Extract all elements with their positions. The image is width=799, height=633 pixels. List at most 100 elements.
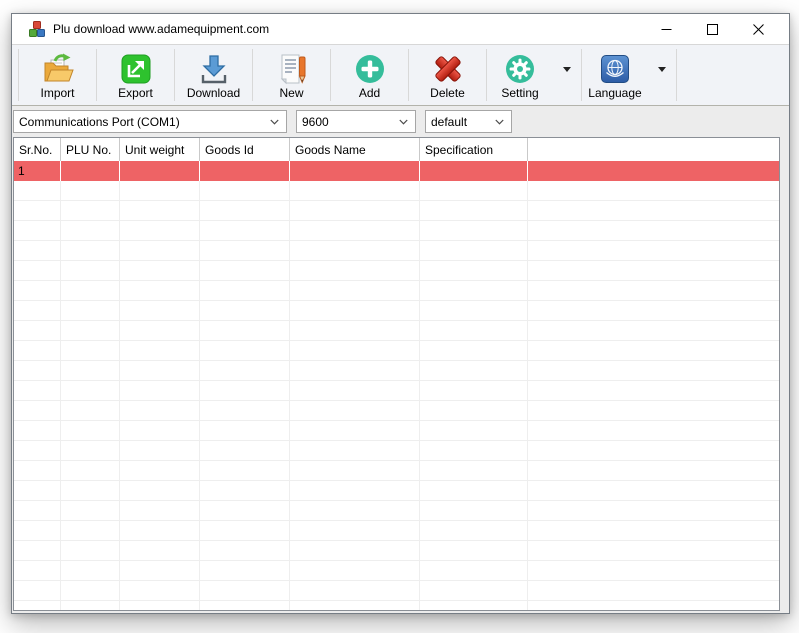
table-cell <box>420 221 528 240</box>
column-header-plu-no-[interactable]: PLU No. <box>61 138 120 161</box>
title-bar: Plu download www.adamequipment.com <box>12 14 789 44</box>
table-empty-row[interactable] <box>14 501 779 521</box>
table-cell <box>200 601 290 611</box>
table-cell[interactable] <box>120 161 200 181</box>
export-button[interactable]: Export <box>97 45 174 105</box>
com-port-select[interactable]: Communications Port (COM1) <box>13 110 287 133</box>
setting-dropdown-button[interactable] <box>553 45 581 105</box>
table-cell[interactable] <box>420 161 528 181</box>
language-button[interactable]: Language <box>582 45 648 105</box>
table-cell <box>14 201 61 220</box>
add-label: Add <box>359 86 380 100</box>
table-empty-row[interactable] <box>14 541 779 561</box>
table-cell <box>120 221 200 240</box>
table-empty-row[interactable] <box>14 261 779 281</box>
table-empty-row[interactable] <box>14 241 779 261</box>
minimize-button[interactable] <box>643 14 689 44</box>
table-cell <box>61 341 120 360</box>
table-cell <box>420 601 528 611</box>
table-cell <box>200 301 290 320</box>
column-header-goods-id[interactable]: Goods Id <box>200 138 290 161</box>
table-empty-row[interactable] <box>14 361 779 381</box>
table-cell <box>200 581 290 600</box>
table-cell <box>120 561 200 580</box>
table-cell[interactable]: 1 <box>14 161 61 181</box>
import-button[interactable]: Import <box>19 45 96 105</box>
maximize-button[interactable] <box>689 14 735 44</box>
new-button[interactable]: New <box>253 45 330 105</box>
table-cell <box>420 461 528 480</box>
table-cell <box>290 281 420 300</box>
chevron-down-icon <box>658 67 666 72</box>
table-header: Sr.No.PLU No.Unit weightGoods IdGoods Na… <box>14 138 779 161</box>
table-empty-row[interactable] <box>14 281 779 301</box>
table-empty-row[interactable] <box>14 221 779 241</box>
language-label: Language <box>588 86 641 100</box>
table-cell <box>290 181 420 200</box>
table-empty-row[interactable] <box>14 601 779 611</box>
table-empty-row[interactable] <box>14 381 779 401</box>
table-empty-row[interactable] <box>14 521 779 541</box>
table-cell <box>200 241 290 260</box>
table-empty-row[interactable] <box>14 201 779 221</box>
baud-rate-select[interactable]: 9600 <box>296 110 416 133</box>
download-button[interactable]: Download <box>175 45 252 105</box>
table-cell <box>420 301 528 320</box>
table-cell <box>200 221 290 240</box>
language-dropdown-button[interactable] <box>648 45 676 105</box>
table-cell <box>14 301 61 320</box>
language-button-group: Language <box>582 45 676 105</box>
table-cell <box>120 581 200 600</box>
delete-x-icon <box>432 53 464 85</box>
table-cell[interactable] <box>200 161 290 181</box>
column-header-unit-weight[interactable]: Unit weight <box>120 138 200 161</box>
column-header-goods-name[interactable]: Goods Name <box>290 138 420 161</box>
table-cell <box>290 241 420 260</box>
table-cell <box>61 581 120 600</box>
delete-button[interactable]: Delete <box>409 45 486 105</box>
table-cell <box>290 201 420 220</box>
table-cell[interactable] <box>290 161 420 181</box>
table-cell <box>61 321 120 340</box>
table-row[interactable]: 1 <box>14 161 779 181</box>
add-button[interactable]: Add <box>331 45 408 105</box>
table-empty-row[interactable] <box>14 481 779 501</box>
table-cell <box>200 381 290 400</box>
table-empty-row[interactable] <box>14 401 779 421</box>
table-cell <box>290 461 420 480</box>
profile-select[interactable]: default <box>425 110 512 133</box>
table-cell[interactable] <box>61 161 120 181</box>
close-button[interactable] <box>735 14 781 44</box>
table-cell <box>200 461 290 480</box>
table-empty-row[interactable] <box>14 321 779 341</box>
table-cell <box>14 281 61 300</box>
setting-gear-icon <box>504 53 536 85</box>
table-empty-row[interactable] <box>14 581 779 601</box>
table-empty-row[interactable] <box>14 561 779 581</box>
table-empty-row[interactable] <box>14 441 779 461</box>
table-cell <box>14 321 61 340</box>
column-header-sr-no-[interactable]: Sr.No. <box>14 138 61 161</box>
table-cell <box>290 361 420 380</box>
setting-button[interactable]: Setting <box>487 45 553 105</box>
table-cell <box>420 441 528 460</box>
table-cell <box>120 321 200 340</box>
column-header-specification[interactable]: Specification <box>420 138 528 161</box>
table-cell <box>61 221 120 240</box>
table-cell <box>61 561 120 580</box>
minimize-icon <box>661 24 672 35</box>
table-cell <box>200 261 290 280</box>
table-empty-row[interactable] <box>14 181 779 201</box>
table-cell <box>14 481 61 500</box>
table-cell <box>14 581 61 600</box>
table-cell <box>14 181 61 200</box>
table-empty-row[interactable] <box>14 341 779 361</box>
table-cell <box>420 481 528 500</box>
table-empty-row[interactable] <box>14 461 779 481</box>
table-empty-row[interactable] <box>14 421 779 441</box>
table-empty-row[interactable] <box>14 301 779 321</box>
table-cell <box>14 221 61 240</box>
export-icon <box>120 53 152 85</box>
table-cell <box>200 441 290 460</box>
app-window: Plu download www.adamequipment.com <box>11 13 790 614</box>
